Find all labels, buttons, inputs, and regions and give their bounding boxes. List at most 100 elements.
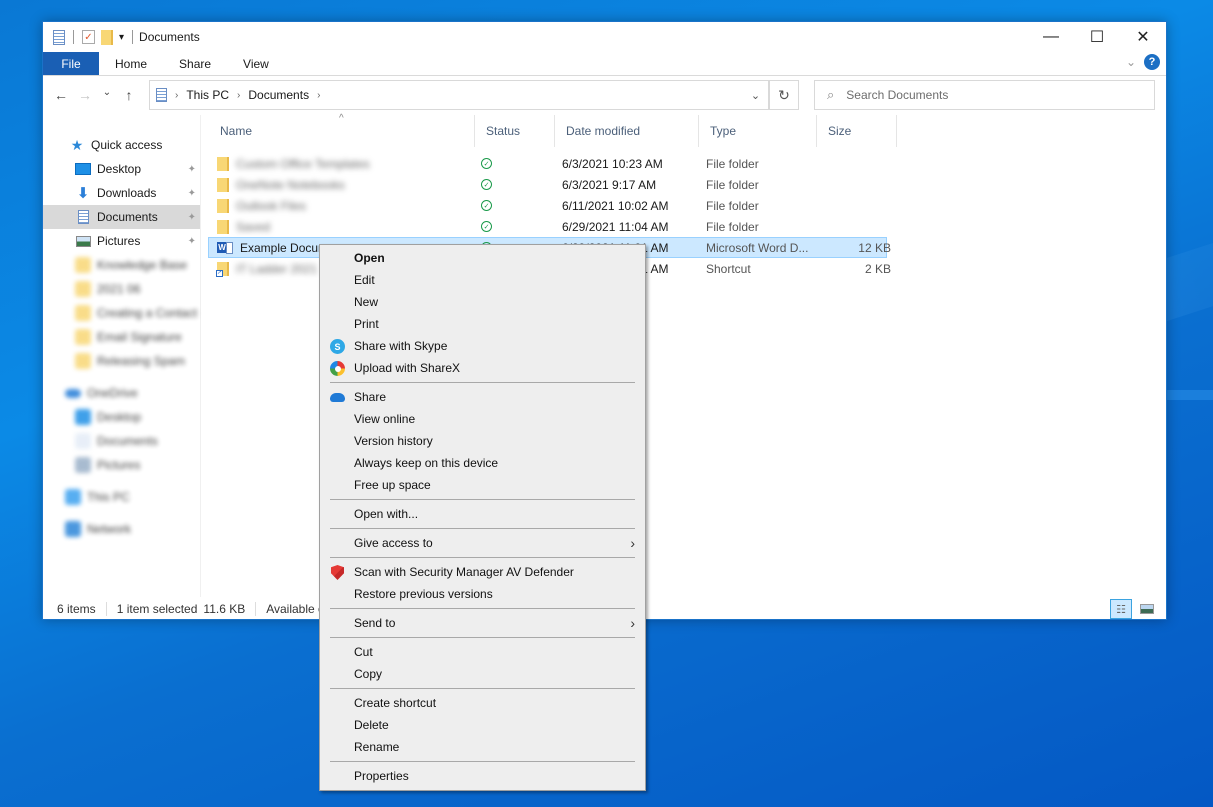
- new-folder-icon[interactable]: [101, 29, 113, 45]
- sidebar-item-onedrive-pictures[interactable]: Pictures: [43, 453, 200, 477]
- folder-icon: [75, 281, 91, 297]
- breadcrumb-documents[interactable]: Documents: [248, 88, 309, 102]
- menu-item-scan-with-security-manager-av-defender[interactable]: Scan with Security Manager AV Defender: [320, 561, 645, 583]
- column-header-size[interactable]: Size: [817, 115, 897, 147]
- sidebar-item-blurred-folder[interactable]: 2021 06: [43, 277, 200, 301]
- desktop-icon: [75, 161, 91, 177]
- menu-item-label: Share with Skype: [354, 339, 448, 353]
- properties-icon[interactable]: ✓: [82, 30, 95, 44]
- pin-icon[interactable]: ✦: [188, 212, 196, 223]
- tab-view[interactable]: View: [227, 52, 285, 75]
- pin-icon[interactable]: ✦: [188, 236, 196, 247]
- sidebar-item-network[interactable]: Network: [43, 517, 200, 541]
- column-header-status[interactable]: Status: [475, 115, 555, 147]
- file-size: [819, 216, 891, 237]
- menu-item-upload-with-sharex[interactable]: Upload with ShareX: [320, 357, 645, 379]
- breadcrumb-this-pc[interactable]: This PC: [186, 88, 229, 102]
- file-type: Shortcut: [706, 261, 751, 276]
- menu-item-send-to[interactable]: Send to ›: [320, 612, 645, 634]
- menu-item-restore-previous-versions[interactable]: Restore previous versions: [320, 583, 645, 605]
- menu-item-copy[interactable]: Copy: [320, 663, 645, 685]
- help-icon[interactable]: ?: [1144, 54, 1160, 70]
- desktop-icon: [75, 409, 91, 425]
- sidebar-item-onedrive[interactable]: OneDrive: [43, 381, 200, 405]
- maximize-button[interactable]: ☐: [1074, 22, 1120, 52]
- sidebar-item-documents[interactable]: Documents ✦: [43, 205, 200, 229]
- menu-item-delete[interactable]: Delete: [320, 714, 645, 736]
- item-count: 6 items: [57, 602, 96, 616]
- breadcrumb-separator[interactable]: ›: [317, 90, 320, 101]
- selection-size: 11.6 KB: [203, 602, 246, 616]
- menu-item-properties[interactable]: Properties: [320, 765, 645, 787]
- large-icons-view-button[interactable]: [1136, 599, 1158, 619]
- menu-item-version-history[interactable]: Version history: [320, 430, 645, 452]
- file-row[interactable]: Custom Office Templates ✓ 6/3/2021 10:23 A…: [209, 153, 888, 174]
- tab-file[interactable]: File: [43, 52, 99, 75]
- sharex-icon: [330, 361, 345, 376]
- expand-ribbon-icon[interactable]: ⌄: [1126, 55, 1136, 69]
- selection-count: 1 item selected: [116, 602, 198, 616]
- pin-icon[interactable]: ✦: [188, 188, 196, 199]
- column-header-date-modified[interactable]: Date modified: [555, 115, 699, 147]
- document-app-icon: [53, 29, 65, 45]
- minimize-button[interactable]: —: [1028, 22, 1074, 52]
- up-button[interactable]: ↑: [117, 87, 141, 103]
- sidebar-item-onedrive-documents[interactable]: Documents: [43, 429, 200, 453]
- sidebar-item-label: Email Signature: [97, 330, 182, 344]
- address-history-dropdown[interactable]: ⌄: [743, 80, 769, 110]
- title-bar: ✓ ▾ Documents — ☐ ✕: [43, 22, 1166, 52]
- sidebar-item-blurred-folder[interactable]: Creating a Contact: [43, 301, 200, 325]
- address-bar[interactable]: › This PC › Documents ›: [149, 80, 769, 110]
- close-button[interactable]: ✕: [1120, 22, 1166, 52]
- column-header-name[interactable]: Name: [209, 115, 475, 147]
- forward-button[interactable]: →: [73, 87, 97, 103]
- folder-icon: [75, 257, 91, 273]
- quick-access-toolbar: ✓ ▾: [43, 29, 135, 45]
- column-header-type[interactable]: Type: [699, 115, 817, 147]
- details-view-button[interactable]: ☷: [1110, 599, 1132, 619]
- menu-item-open[interactable]: Open: [320, 247, 645, 269]
- back-button[interactable]: ←: [49, 87, 73, 103]
- menu-item-print[interactable]: Print: [320, 313, 645, 335]
- submenu-arrow-icon: ›: [630, 535, 635, 551]
- menu-item-free-up-space[interactable]: Free up space: [320, 474, 645, 496]
- menu-item-view-online[interactable]: View online: [320, 408, 645, 430]
- search-box[interactable]: ⌕ Search Documents: [814, 80, 1155, 110]
- sidebar-item-pictures[interactable]: Pictures ✦: [43, 229, 200, 253]
- ribbon-tabs: File Home Share View ⌄ ?: [43, 52, 1166, 76]
- file-row[interactable]: OneNote Notebooks ✓ 6/3/2021 9:17 AM File f…: [209, 174, 888, 195]
- sidebar-quick-access[interactable]: ★ Quick access: [43, 133, 200, 157]
- sidebar-item-this-pc[interactable]: This PC: [43, 485, 200, 509]
- sidebar-item-blurred-folder[interactable]: Email Signature: [43, 325, 200, 349]
- sidebar-item-downloads[interactable]: ⬇ Downloads ✦: [43, 181, 200, 205]
- file-type: File folder: [706, 177, 759, 192]
- menu-item-share-with-skype[interactable]: S Share with Skype: [320, 335, 645, 357]
- file-row[interactable]: Outlook Files ✓ 6/11/2021 10:02 AM File fol…: [209, 195, 888, 216]
- sidebar-item-desktop[interactable]: Desktop ✦: [43, 157, 200, 181]
- menu-item-always-keep-on-this-device[interactable]: Always keep on this device: [320, 452, 645, 474]
- refresh-button[interactable]: ↻: [769, 80, 799, 110]
- menu-item-open-with[interactable]: Open with...: [320, 503, 645, 525]
- file-name: Outlook Files: [236, 198, 307, 213]
- menu-item-share[interactable]: Share: [320, 386, 645, 408]
- sidebar-item-onedrive-desktop[interactable]: Desktop: [43, 405, 200, 429]
- menu-item-rename[interactable]: Rename: [320, 736, 645, 758]
- recent-locations-button[interactable]: ⌄: [97, 87, 117, 103]
- customize-toolbar-icon[interactable]: ▾: [119, 32, 124, 43]
- file-name: Saved: [236, 219, 271, 234]
- menu-item-create-shortcut[interactable]: Create shortcut: [320, 692, 645, 714]
- status-divider: [255, 602, 257, 616]
- menu-item-new[interactable]: New: [320, 291, 645, 313]
- breadcrumb-separator[interactable]: ›: [175, 90, 178, 101]
- pin-icon[interactable]: ✦: [188, 164, 196, 175]
- sidebar-item-blurred-folder[interactable]: Releasing Spam: [43, 349, 200, 373]
- file-row[interactable]: Saved ✓ 6/29/2021 11:04 AM File folder: [209, 216, 888, 237]
- menu-item-edit[interactable]: Edit: [320, 269, 645, 291]
- file-name: Custom Office Templates: [236, 156, 370, 171]
- menu-item-cut[interactable]: Cut: [320, 641, 645, 663]
- breadcrumb-separator[interactable]: ›: [237, 90, 240, 101]
- menu-item-give-access-to[interactable]: Give access to ›: [320, 532, 645, 554]
- tab-share[interactable]: Share: [163, 52, 227, 75]
- tab-home[interactable]: Home: [99, 52, 163, 75]
- sidebar-item-blurred-folder[interactable]: Knowledge Base: [43, 253, 200, 277]
